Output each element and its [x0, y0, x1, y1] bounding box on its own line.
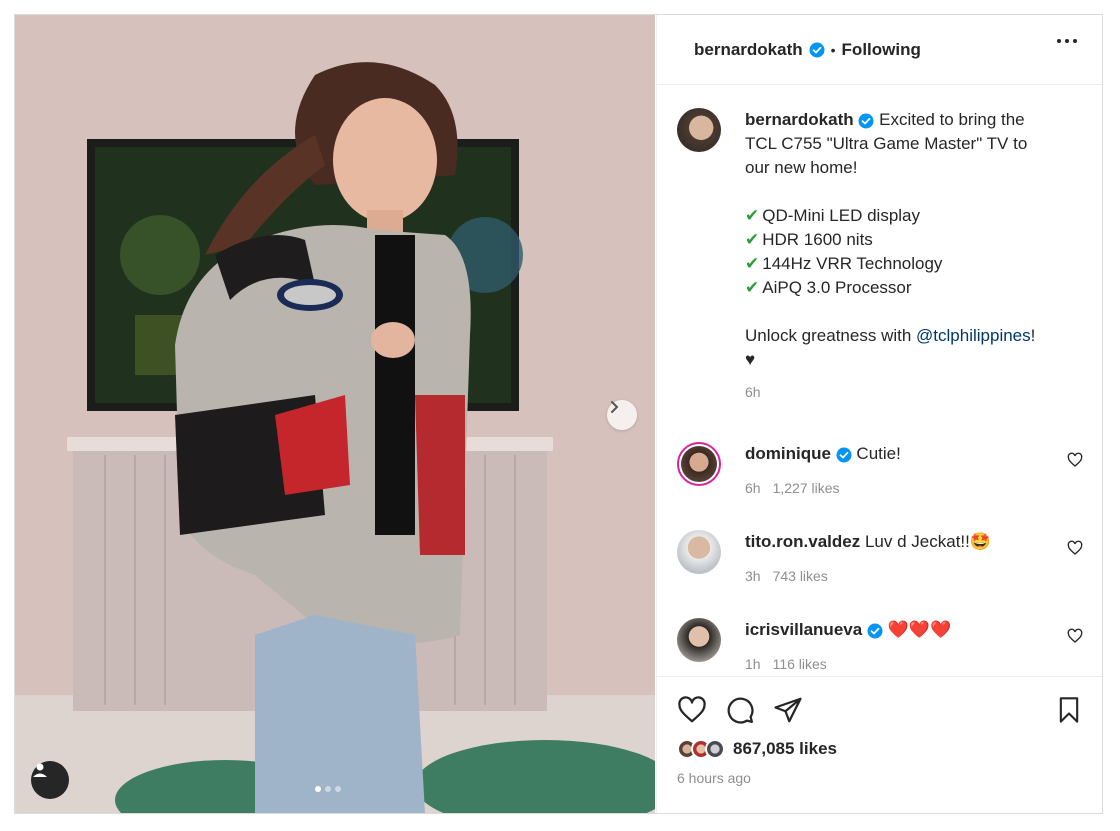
post-photo[interactable]: [15, 15, 655, 813]
comment-meta: 1h 116 likes: [745, 656, 827, 672]
post-side-panel: bernardokath • Following bernardokath Ex…: [656, 15, 1102, 813]
avatar[interactable]: [677, 618, 721, 662]
comment-like-icon[interactable]: [1067, 628, 1083, 644]
caption-time[interactable]: 6h: [745, 380, 1075, 404]
comment-icon: [727, 697, 754, 724]
comment-username[interactable]: icrisvillanueva: [745, 620, 862, 639]
caption-text: bernardokath Excited to bring the TCL C7…: [745, 108, 1075, 404]
comment-like-icon[interactable]: [1067, 452, 1083, 468]
comment-username[interactable]: dominique: [745, 444, 831, 463]
comment-likes[interactable]: 743 likes: [773, 568, 828, 584]
comment-text: tito.ron.valdez Luv d Jeckat!!🤩: [745, 532, 991, 552]
avatar[interactable]: [677, 442, 721, 486]
cta-text: Unlock greatness with: [745, 326, 917, 345]
next-photo-button[interactable]: [607, 400, 637, 430]
comment-like-icon[interactable]: [1067, 540, 1083, 556]
carousel-dot: [335, 786, 341, 792]
comment-text: dominique Cutie!: [745, 444, 901, 464]
feature-label: HDR 1600 nits: [762, 230, 873, 249]
carousel-dot: [325, 786, 331, 792]
verified-badge-icon: [858, 113, 874, 129]
like-button[interactable]: [677, 695, 707, 730]
photo-illustration: [15, 15, 655, 813]
carousel-dot-active: [315, 786, 321, 792]
comment-time[interactable]: 6h: [745, 480, 761, 496]
tagged-users-button[interactable]: [31, 761, 69, 799]
comment-likes[interactable]: 1,227 likes: [773, 480, 840, 496]
caption-heart: ♥: [745, 350, 756, 369]
feature-label: AiPQ 3.0 Processor: [762, 278, 912, 297]
comment-meta: 3h 743 likes: [745, 568, 828, 584]
cta-suffix: !: [1030, 326, 1036, 345]
feature-item: ✔ QD-Mini LED display: [745, 204, 1075, 228]
comment-body: Cutie!: [856, 444, 901, 463]
more-dot: [1065, 39, 1069, 43]
user-tag-icon: [33, 763, 47, 777]
post-dialog: bernardokath • Following bernardokath Ex…: [14, 14, 1103, 814]
avatar[interactable]: [677, 108, 721, 152]
post-header: bernardokath • Following: [657, 15, 1102, 85]
verified-badge-icon: [867, 623, 883, 639]
header-username[interactable]: bernardokath: [694, 40, 803, 60]
comment-item: dominique Cutie! 6h 1,227 likes: [677, 442, 1097, 512]
checkmark-icon: ✔: [745, 278, 760, 297]
mention-link[interactable]: @tclphilippines: [916, 326, 1031, 345]
more-options-button[interactable]: [1057, 39, 1077, 43]
checkmark-icon: ✔: [745, 254, 760, 273]
caption-line: TCL C755 "Ultra Game Master" TV to: [745, 134, 1028, 153]
post-timestamp[interactable]: 6 hours ago: [677, 770, 751, 786]
caption-line: our new home!: [745, 158, 858, 177]
likes-summary[interactable]: 867,085 likes: [677, 739, 837, 759]
verified-badge-icon: [809, 42, 825, 57]
comment-meta: 6h 1,227 likes: [745, 480, 840, 496]
feature-label: QD-Mini LED display: [762, 206, 921, 225]
heart-icon: [678, 696, 706, 723]
caption-username[interactable]: bernardokath: [745, 110, 854, 129]
feature-item: ✔ 144Hz VRR Technology: [745, 252, 1075, 276]
comment-item: icrisvillanueva ❤️❤️❤️ 1h 116 likes: [677, 618, 1097, 675]
more-options-icon: [1057, 39, 1061, 43]
comment-likes[interactable]: 116 likes: [773, 656, 827, 672]
verified-badge-icon: [836, 447, 852, 463]
comment-username[interactable]: tito.ron.valdez: [745, 532, 860, 551]
following-button[interactable]: Following: [842, 40, 921, 60]
comment-item: tito.ron.valdez Luv d Jeckat!!🤩 3h 743 li…: [677, 530, 1097, 600]
header-separator: •: [830, 41, 836, 58]
carousel-dots: [315, 786, 341, 792]
caption-line: Excited to bring the: [879, 110, 1025, 129]
comment-button[interactable]: [725, 695, 755, 730]
feature-item: ✔ HDR 1600 nits: [745, 228, 1075, 252]
chevron-right-icon: [611, 401, 619, 413]
comment-body: ❤️❤️❤️: [887, 620, 952, 639]
more-dot: [1073, 39, 1077, 43]
comment-time[interactable]: 1h: [745, 656, 761, 672]
comment-time[interactable]: 3h: [745, 568, 761, 584]
feature-label: 144Hz VRR Technology: [762, 254, 943, 273]
share-icon: [774, 697, 802, 723]
save-button[interactable]: [1055, 695, 1083, 730]
action-icons: [677, 695, 803, 730]
avatar[interactable]: [677, 530, 721, 574]
checkmark-icon: ✔: [745, 230, 760, 249]
comment-text: icrisvillanueva ❤️❤️❤️: [745, 620, 951, 640]
bookmark-icon: [1059, 697, 1079, 723]
share-button[interactable]: [773, 695, 803, 730]
comments-scroll-area[interactable]: bernardokath Excited to bring the TCL C7…: [657, 86, 1102, 675]
comment-body: Luv d Jeckat!!🤩: [864, 532, 992, 551]
post-actions: 867,085 likes 6 hours ago: [657, 676, 1102, 813]
caption-cta: Unlock greatness with @tclphilippines!: [745, 324, 1075, 348]
likes-count[interactable]: 867,085 likes: [733, 739, 837, 759]
checkmark-icon: ✔: [745, 206, 760, 225]
feature-item: ✔ AiPQ 3.0 Processor: [745, 276, 1075, 300]
avatar: [705, 739, 725, 759]
